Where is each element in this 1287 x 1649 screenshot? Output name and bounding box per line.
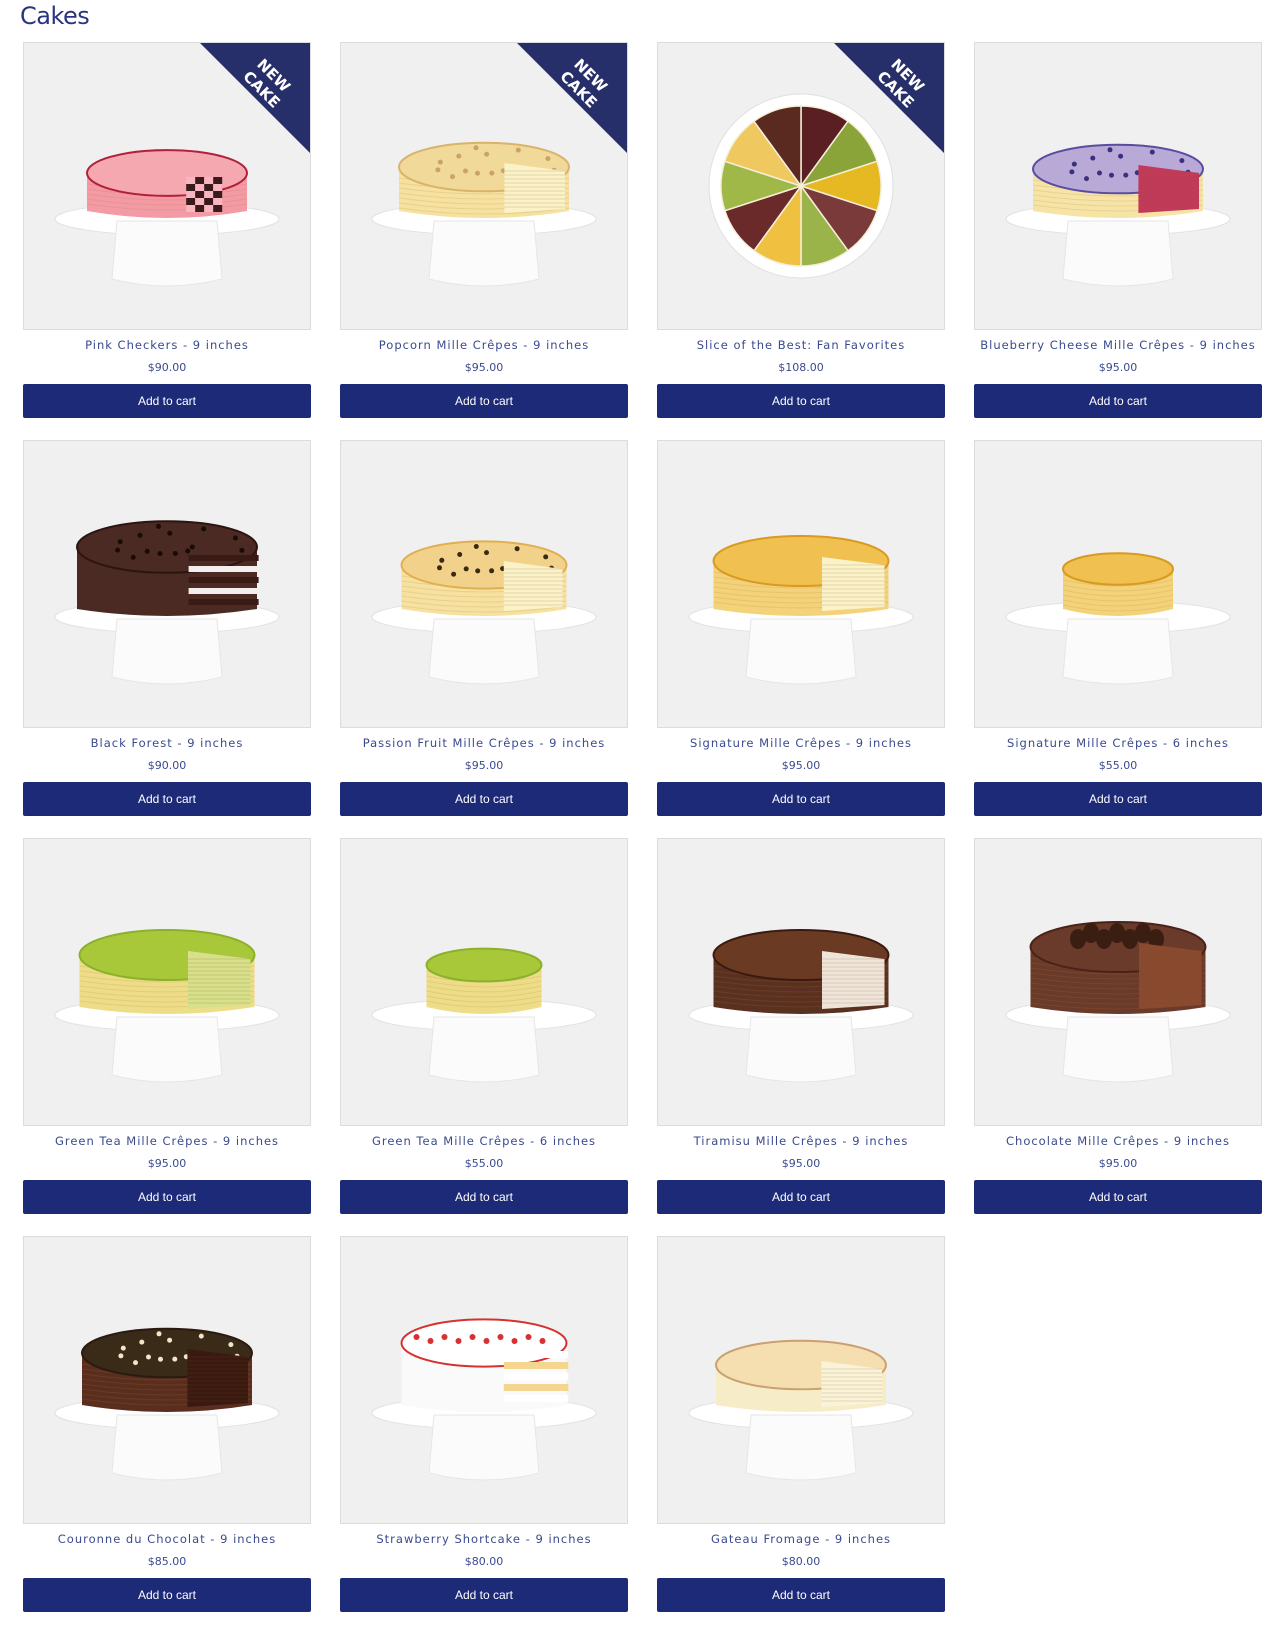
product-card: Passion Fruit Mille Crêpes - 9 inches $95… bbox=[340, 440, 628, 838]
cake-photo bbox=[975, 43, 1261, 329]
new-cake-badge: NEWCAKE bbox=[517, 43, 627, 153]
product-price: $80.00 bbox=[464, 1555, 504, 1568]
add-to-cart-button[interactable]: Add to cart bbox=[340, 1578, 628, 1612]
product-name[interactable]: Green Tea Mille Crêpes - 6 inches bbox=[340, 1134, 628, 1148]
product-image[interactable] bbox=[23, 838, 311, 1126]
product-name[interactable]: Popcorn Mille Crêpes - 9 inches bbox=[340, 338, 628, 352]
new-cake-badge: NEWCAKE bbox=[200, 43, 310, 153]
add-to-cart-button[interactable]: Add to cart bbox=[340, 782, 628, 816]
product-price: $108.00 bbox=[778, 361, 824, 374]
product-card: NEW CAKE Popcorn Mille Crêpes - 9 inches $9… bbox=[340, 42, 628, 440]
product-price: $95.00 bbox=[147, 1157, 187, 1170]
product-name[interactable]: Slice of the Best: Fan Favorites bbox=[657, 338, 945, 352]
product-name[interactable]: Couronne du Chocolat - 9 inches bbox=[23, 1532, 311, 1546]
product-card: NEW CAKE Pink Checkers - 9 inches $90.00 Add… bbox=[23, 42, 311, 440]
product-name[interactable]: Tiramisu Mille Crêpes - 9 inches bbox=[657, 1134, 945, 1148]
product-name[interactable]: Signature Mille Crêpes - 6 inches bbox=[974, 736, 1262, 750]
product-card: Green Tea Mille Crêpes - 6 inches $55.00 A… bbox=[340, 838, 628, 1236]
add-to-cart-button[interactable]: Add to cart bbox=[657, 384, 945, 418]
product-price: $95.00 bbox=[781, 1157, 821, 1170]
product-image[interactable] bbox=[657, 838, 945, 1126]
product-card: Green Tea Mille Crêpes - 9 inches $95.00 A… bbox=[23, 838, 311, 1236]
cake-photo bbox=[658, 1237, 944, 1523]
product-price: $80.00 bbox=[781, 1555, 821, 1568]
add-to-cart-button[interactable]: Add to cart bbox=[974, 384, 1262, 418]
product-card: Tiramisu Mille Crêpes - 9 inches $95.00 Ad… bbox=[657, 838, 945, 1236]
product-name[interactable]: Signature Mille Crêpes - 9 inches bbox=[657, 736, 945, 750]
product-image[interactable] bbox=[340, 1236, 628, 1524]
product-image[interactable]: NEW CAKE bbox=[340, 42, 628, 330]
add-to-cart-button[interactable]: Add to cart bbox=[23, 1578, 311, 1612]
product-price: $95.00 bbox=[781, 759, 821, 772]
add-to-cart-button[interactable]: Add to cart bbox=[340, 1180, 628, 1214]
product-name[interactable]: Pink Checkers - 9 inches bbox=[23, 338, 311, 352]
new-cake-badge: NEWCAKE bbox=[834, 43, 944, 153]
product-image[interactable]: NEW CAKE bbox=[657, 42, 945, 330]
cake-photo bbox=[24, 441, 310, 727]
product-image[interactable] bbox=[23, 440, 311, 728]
add-to-cart-button[interactable]: Add to cart bbox=[657, 1180, 945, 1214]
product-price: $95.00 bbox=[464, 759, 504, 772]
product-name[interactable]: Blueberry Cheese Mille Crêpes - 9 inches bbox=[974, 338, 1262, 352]
add-to-cart-button[interactable]: Add to cart bbox=[657, 782, 945, 816]
product-name[interactable]: Green Tea Mille Crêpes - 9 inches bbox=[23, 1134, 311, 1148]
product-image[interactable] bbox=[974, 838, 1262, 1126]
product-price: $85.00 bbox=[147, 1555, 187, 1568]
product-card: Gateau Fromage - 9 inches $80.00 Add to ca… bbox=[657, 1236, 945, 1634]
product-image[interactable] bbox=[23, 1236, 311, 1524]
add-to-cart-button[interactable]: Add to cart bbox=[23, 1180, 311, 1214]
cake-photo bbox=[341, 441, 627, 727]
product-card: Couronne du Chocolat - 9 inches $85.00 Add… bbox=[23, 1236, 311, 1634]
product-image[interactable] bbox=[974, 42, 1262, 330]
product-image[interactable] bbox=[340, 440, 628, 728]
product-price: $95.00 bbox=[464, 361, 504, 374]
add-to-cart-button[interactable]: Add to cart bbox=[974, 1180, 1262, 1214]
product-grid: NEW CAKE Pink Checkers - 9 inches $90.00 Add… bbox=[23, 42, 1262, 1634]
cake-photo bbox=[658, 839, 944, 1125]
product-card: Blueberry Cheese Mille Crêpes - 9 inches… bbox=[974, 42, 1262, 440]
product-price: $90.00 bbox=[147, 759, 187, 772]
product-name[interactable]: Black Forest - 9 inches bbox=[23, 736, 311, 750]
product-name[interactable]: Chocolate Mille Crêpes - 9 inches bbox=[974, 1134, 1262, 1148]
cake-photo bbox=[24, 1237, 310, 1523]
product-image[interactable] bbox=[657, 440, 945, 728]
cake-photo bbox=[975, 839, 1261, 1125]
product-card: NEW CAKE Slice of the Best: Fan Favorites $… bbox=[657, 42, 945, 440]
product-name[interactable]: Gateau Fromage - 9 inches bbox=[657, 1532, 945, 1546]
product-card: Signature Mille Crêpes - 6 inches $55.00 A… bbox=[974, 440, 1262, 838]
product-image[interactable] bbox=[340, 838, 628, 1126]
product-image[interactable] bbox=[974, 440, 1262, 728]
add-to-cart-button[interactable]: Add to cart bbox=[974, 782, 1262, 816]
product-image[interactable]: NEW CAKE bbox=[23, 42, 311, 330]
cake-photo bbox=[24, 839, 310, 1125]
cake-photo bbox=[975, 441, 1261, 727]
product-price: $90.00 bbox=[147, 361, 187, 374]
product-name[interactable]: Strawberry Shortcake - 9 inches bbox=[340, 1532, 628, 1546]
cake-photo bbox=[341, 1237, 627, 1523]
cake-photo bbox=[658, 441, 944, 727]
add-to-cart-button[interactable]: Add to cart bbox=[340, 384, 628, 418]
product-card: Chocolate Mille Crêpes - 9 inches $95.00 A… bbox=[974, 838, 1262, 1236]
product-price: $95.00 bbox=[1098, 1157, 1138, 1170]
add-to-cart-button[interactable]: Add to cart bbox=[657, 1578, 945, 1612]
page-title: Cakes bbox=[20, 2, 90, 30]
cake-photo bbox=[341, 839, 627, 1125]
product-card: Strawberry Shortcake - 9 inches $80.00 Add… bbox=[340, 1236, 628, 1634]
add-to-cart-button[interactable]: Add to cart bbox=[23, 782, 311, 816]
product-card: Black Forest - 9 inches $90.00 Add to cart bbox=[23, 440, 311, 838]
product-name[interactable]: Passion Fruit Mille Crêpes - 9 inches bbox=[340, 736, 628, 750]
product-price: $55.00 bbox=[1098, 759, 1138, 772]
product-card: Signature Mille Crêpes - 9 inches $95.00 A… bbox=[657, 440, 945, 838]
product-image[interactable] bbox=[657, 1236, 945, 1524]
product-price: $95.00 bbox=[1098, 361, 1138, 374]
product-price: $55.00 bbox=[464, 1157, 504, 1170]
add-to-cart-button[interactable]: Add to cart bbox=[23, 384, 311, 418]
